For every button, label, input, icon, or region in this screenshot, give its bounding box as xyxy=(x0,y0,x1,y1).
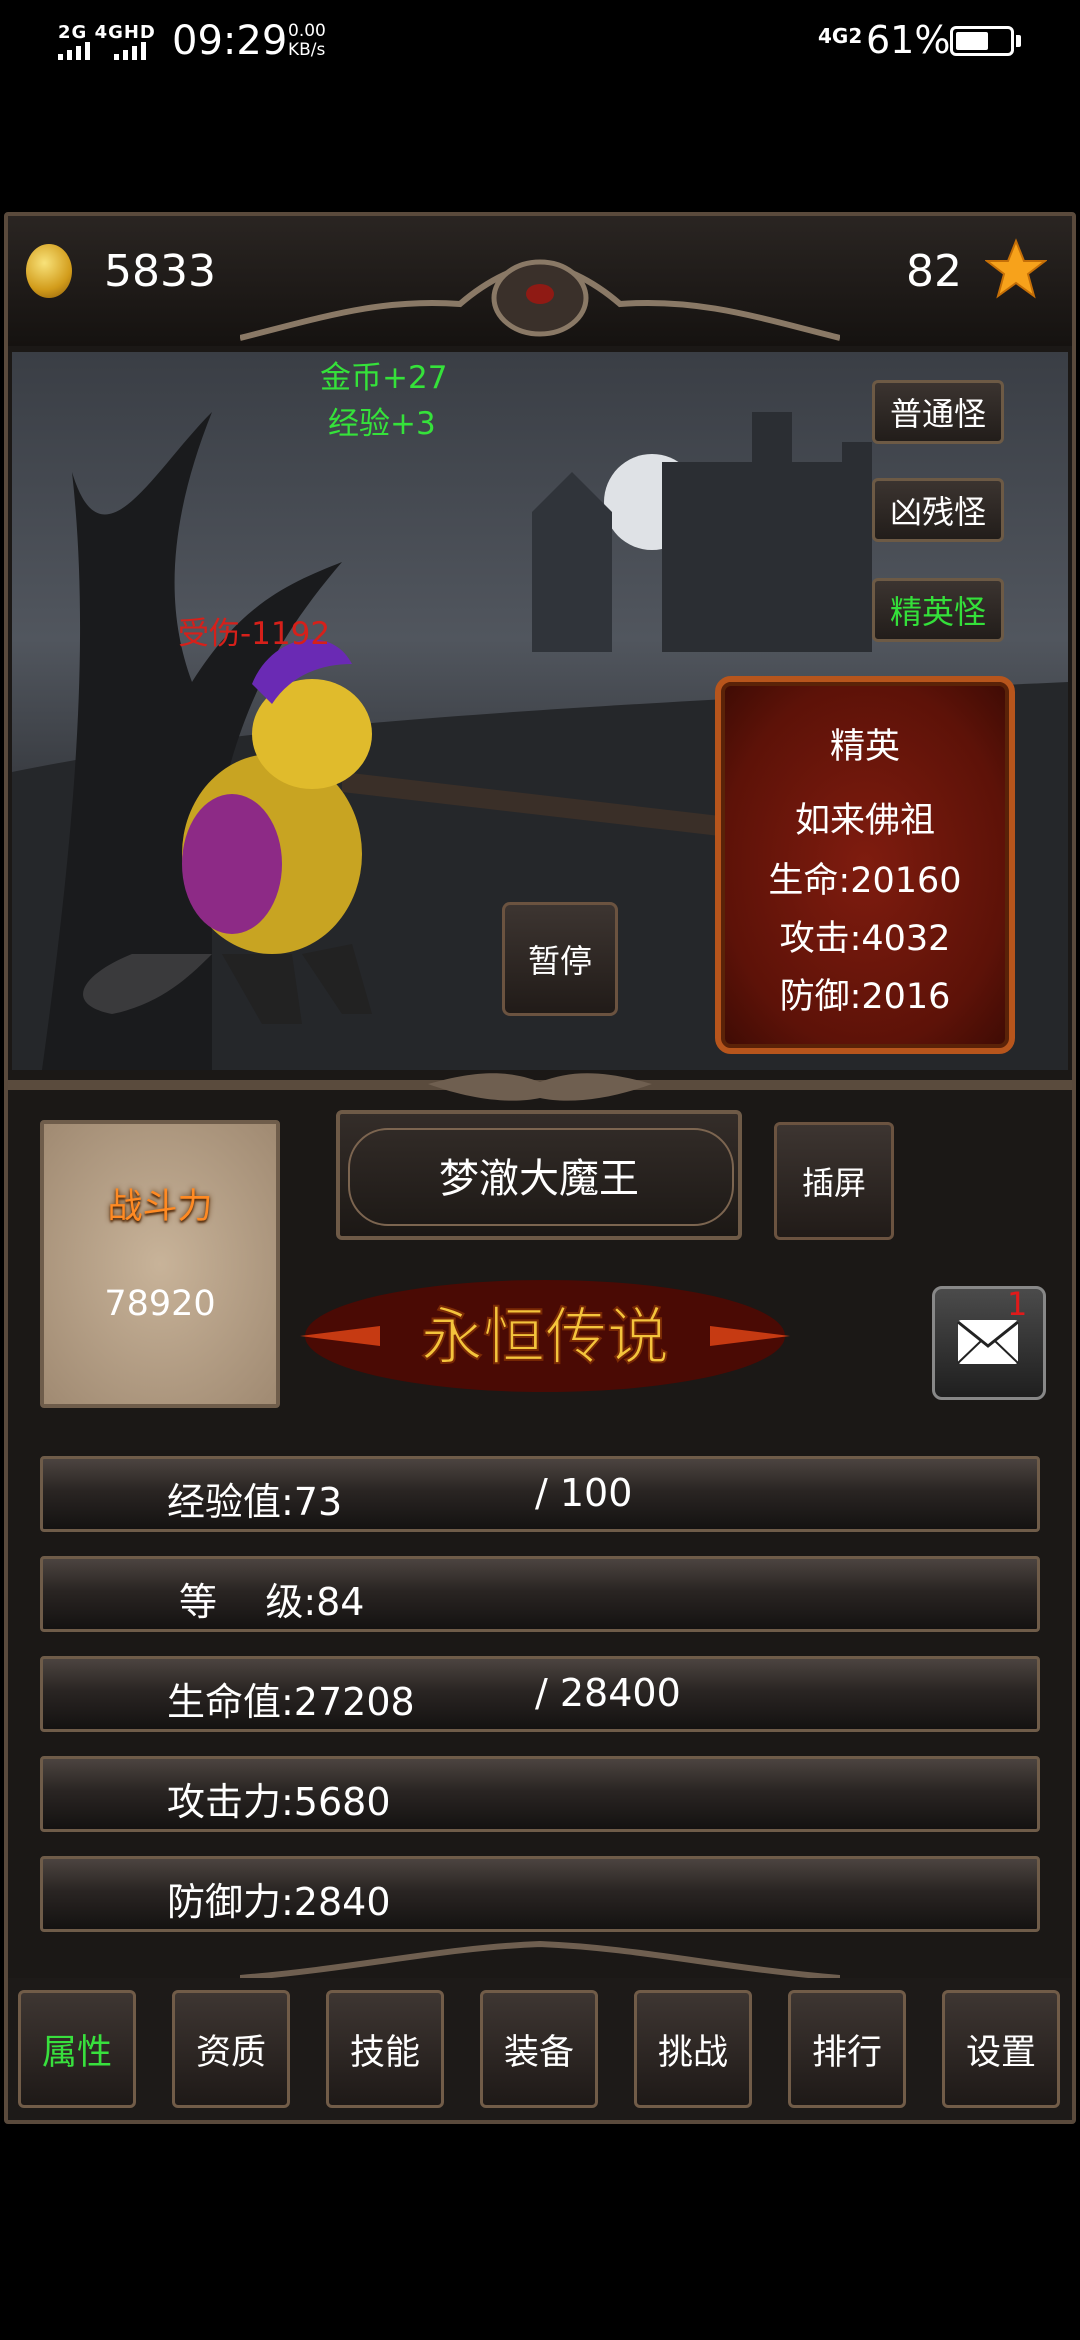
stat-exp-label: 经验值:73 xyxy=(167,1480,343,1524)
logo-text: 永恒传说 xyxy=(421,1300,669,1373)
pause-button[interactable]: 暂停 xyxy=(502,902,618,1016)
star-count: 82 xyxy=(906,246,962,297)
exp-gain-text: 经验+3 xyxy=(328,406,436,442)
signal-strength-icon xyxy=(58,42,158,60)
gold-coin-icon xyxy=(26,244,72,298)
monster-hp: 生命:20160 xyxy=(768,861,962,901)
nav-ranking-button[interactable]: 排行 xyxy=(788,1990,906,2108)
envelope-icon xyxy=(957,1320,1019,1364)
gold-gain-text: 金币+27 xyxy=(320,360,448,396)
monster-type-fierce-button[interactable]: 凶残怪 xyxy=(872,478,1004,542)
player-character-sprite xyxy=(83,639,372,1024)
nav-attributes-button[interactable]: 属性 xyxy=(18,1990,136,2108)
nav-settings-button[interactable]: 设置 xyxy=(942,1990,1060,2108)
stat-level-label: 等 级:84 xyxy=(179,1580,365,1624)
nav-challenge-button[interactable]: 挑战 xyxy=(634,1990,752,2108)
stat-bar-defense: 防御力:2840 xyxy=(40,1856,1040,1932)
stat-bar-hp: 生命值:27208 / 28400 xyxy=(40,1656,1040,1732)
combat-power-panel: 战斗力 78920 xyxy=(40,1120,280,1408)
coin-count: 5833 xyxy=(104,246,216,297)
combat-power-value: 78920 xyxy=(104,1284,216,1324)
status-bar: 2G 4GHD 09:29 0.00 KB/s 4G2 61% xyxy=(0,0,1080,84)
monster-type-elite-button[interactable]: 精英怪 xyxy=(872,578,1004,642)
monster-rank: 精英 xyxy=(829,727,900,767)
mail-unread-badge: 1 xyxy=(1007,1285,1028,1323)
stat-bar-attack: 攻击力:5680 xyxy=(40,1756,1040,1832)
top-ornament xyxy=(240,259,840,341)
stat-attack-label: 攻击力:5680 xyxy=(167,1780,391,1824)
monster-info-card: 精英 如来佛祖 生命:20160 攻击:4032 防御:2016 xyxy=(715,676,1015,1054)
mail-button[interactable]: 1 xyxy=(932,1285,1046,1400)
network-type-left: 2G 4GHD xyxy=(58,22,156,43)
monster-type-normal-button[interactable]: 普通怪 xyxy=(872,380,1004,444)
stat-exp-max: / 100 xyxy=(535,1471,633,1515)
game-logo: 永恒传说 xyxy=(300,1280,790,1392)
monster-attack: 攻击:4032 xyxy=(779,919,951,959)
monster-defense: 防御:2016 xyxy=(779,977,951,1017)
nav-qualifications-button[interactable]: 资质 xyxy=(172,1990,290,2108)
monster-name: 如来佛祖 xyxy=(794,801,935,841)
network-type-right: 4G2 xyxy=(818,24,863,48)
stat-bar-level: 等 级:84 xyxy=(40,1556,1040,1632)
interstitial-ad-button[interactable]: 插屏 xyxy=(774,1122,894,1240)
battery-tip xyxy=(1016,35,1021,47)
stat-defense-label: 防御力:2840 xyxy=(167,1880,391,1924)
stat-hp-max: / 28400 xyxy=(535,1671,681,1715)
network-speed: 0.00 KB/s xyxy=(288,21,326,60)
clock: 09:29 xyxy=(172,18,288,64)
nav-equipment-button[interactable]: 装备 xyxy=(480,1990,598,2108)
damage-text: 受伤-1192 xyxy=(178,616,331,652)
name-plate-inner-border xyxy=(348,1128,734,1226)
battery-percent: 61% xyxy=(866,18,951,62)
nav-skills-button[interactable]: 技能 xyxy=(326,1990,444,2108)
combat-power-label: 战斗力 xyxy=(107,1187,213,1227)
stat-hp-label: 生命值:27208 xyxy=(167,1680,415,1724)
scene-divider xyxy=(8,1073,1072,1101)
star-icon xyxy=(985,238,1047,299)
stat-bar-exp: 经验值:73 / 100 xyxy=(40,1456,1040,1532)
battery-icon xyxy=(950,26,1014,56)
